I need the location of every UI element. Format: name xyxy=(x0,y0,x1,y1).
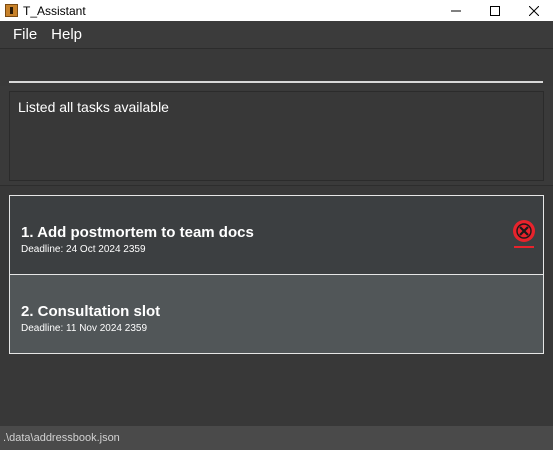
app-icon xyxy=(5,4,18,17)
task-title: 2. Consultation slot xyxy=(21,303,161,320)
minimize-button[interactable] xyxy=(436,0,475,21)
result-display: Listed all tasks available xyxy=(9,91,544,181)
menu-file[interactable]: File xyxy=(13,26,37,43)
result-display-container: Listed all tasks available xyxy=(0,86,553,185)
overdue-icon xyxy=(513,220,535,248)
close-button[interactable] xyxy=(514,0,553,21)
task-deadline: Deadline: 11 Nov 2024 2359 xyxy=(21,323,148,334)
command-input[interactable] xyxy=(9,70,543,83)
maximize-icon xyxy=(489,5,500,16)
window-controls xyxy=(436,0,553,21)
task-list[interactable]: 1. Add postmortem to team docs Deadline:… xyxy=(0,185,553,426)
maximize-button[interactable] xyxy=(475,0,514,21)
task-title: 1. Add postmortem to team docs xyxy=(21,224,254,241)
menu-help[interactable]: Help xyxy=(51,26,82,43)
command-box xyxy=(0,48,553,86)
task-deadline: Deadline: 24 Oct 2024 2359 xyxy=(21,244,146,255)
close-icon xyxy=(528,5,539,16)
task-card[interactable]: 1. Add postmortem to team docs Deadline:… xyxy=(9,195,544,275)
menu-bar: File Help xyxy=(0,21,553,48)
minimize-icon xyxy=(450,10,461,11)
task-card[interactable]: 2. Consultation slot Deadline: 11 Nov 20… xyxy=(9,274,544,354)
window-title: T_Assistant xyxy=(23,3,86,18)
data-file-path: .\data\addressbook.json xyxy=(3,432,120,444)
status-bar: .\data\addressbook.json xyxy=(0,426,553,450)
title-bar: T_Assistant xyxy=(0,0,553,21)
